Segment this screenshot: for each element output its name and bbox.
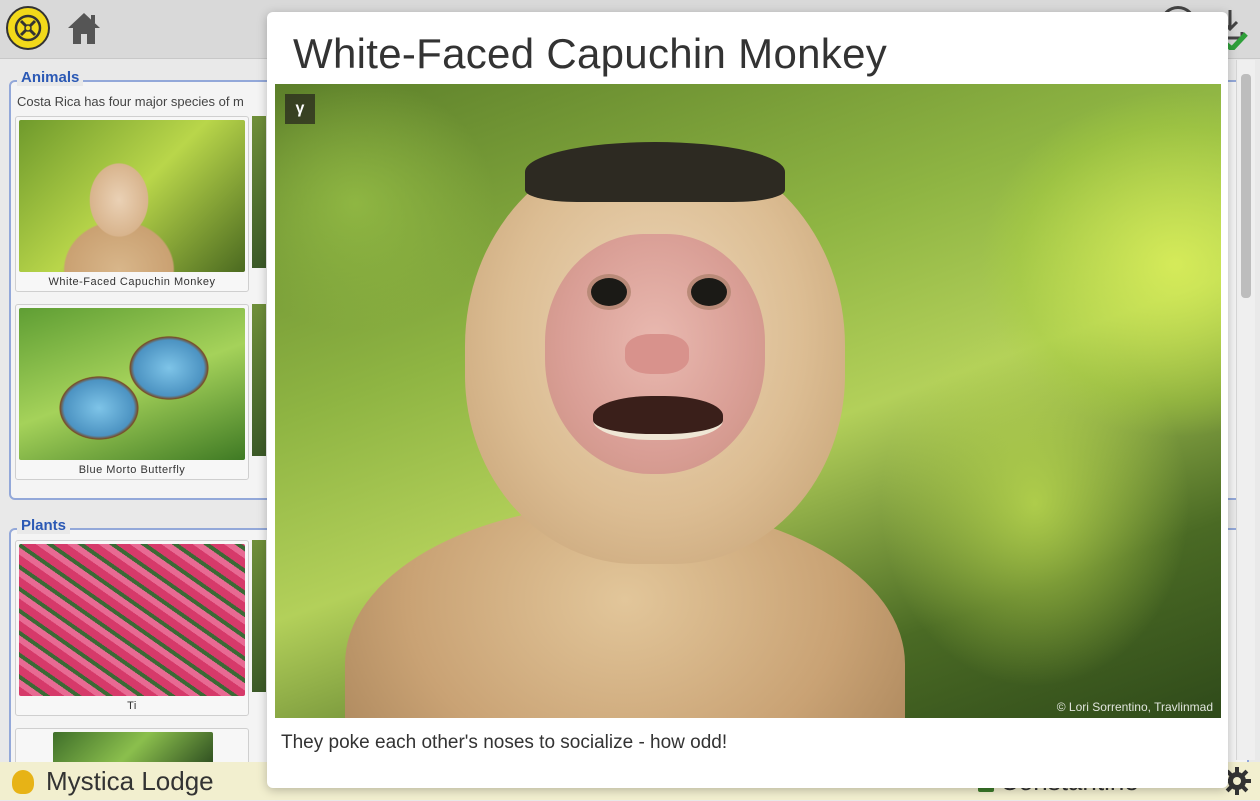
home-icon[interactable]	[64, 8, 104, 48]
card-caption: White-Faced Capuchin Monkey	[48, 276, 216, 288]
section-title: Animals	[17, 69, 84, 86]
scrollbar-thumb[interactable]	[1241, 74, 1251, 298]
lodge-logo-icon	[12, 770, 34, 794]
gallery-badge-icon[interactable]: γ	[285, 94, 315, 124]
photo-subject-nose	[625, 334, 689, 374]
section-title: Plants	[17, 517, 71, 534]
card-thumbnail	[19, 308, 245, 460]
modal-caption: They poke each other's noses to socializ…	[281, 732, 728, 753]
animal-card[interactable]: White-Faced Capuchin Monkey	[15, 116, 249, 292]
card-thumbnail-partial	[252, 304, 266, 456]
photo-subject-mouth	[593, 396, 723, 440]
page-scrollbar[interactable]	[1236, 60, 1255, 760]
compass-logo-icon[interactable]	[6, 6, 50, 50]
card-caption: Ti	[127, 700, 137, 712]
photo-subject-eye	[587, 274, 631, 310]
modal-photo: γ © Lori Sorrentino, Travlinmad	[275, 84, 1221, 718]
animal-card[interactable]: Blue Morto Butterfly	[15, 304, 249, 480]
lodge-name[interactable]: Mystica Lodge	[46, 766, 214, 797]
photo-credit: © Lori Sorrentino, Travlinmad	[1056, 700, 1213, 714]
photo-subject-cap	[525, 142, 785, 202]
check-icon	[1224, 32, 1248, 53]
photo-subject-eye	[687, 274, 731, 310]
card-thumbnail	[19, 120, 245, 272]
card-thumbnail-partial	[252, 116, 266, 268]
card-thumbnail-partial	[252, 540, 266, 692]
modal-title: White-Faced Capuchin Monkey	[293, 30, 888, 77]
card-caption: Blue Morto Butterfly	[78, 464, 186, 476]
section-description: Costa Rica has four major species of m	[17, 94, 244, 109]
detail-modal: White-Faced Capuchin Monkey γ © Lori Sor…	[267, 12, 1228, 788]
card-thumbnail	[19, 544, 245, 696]
plant-card[interactable]: Ti	[15, 540, 249, 716]
card-thumbnail	[53, 732, 213, 766]
